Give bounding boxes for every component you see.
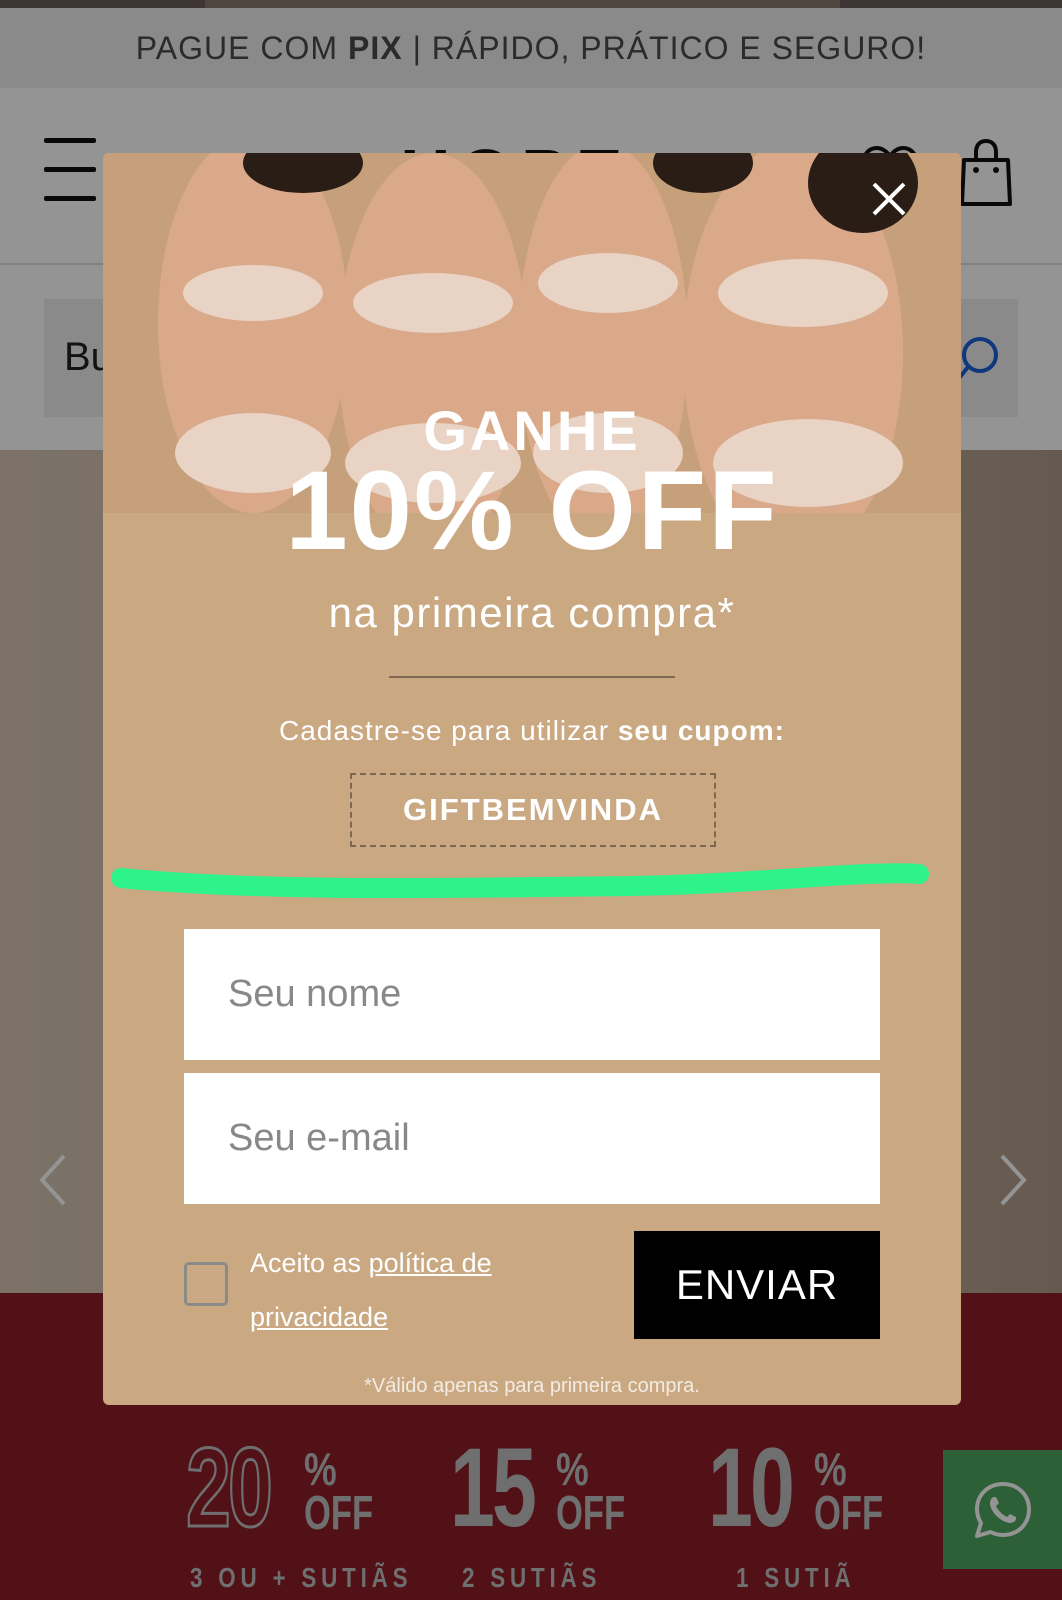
highlight-annotation xyxy=(111,863,929,898)
submit-button[interactable]: ENVIAR xyxy=(634,1231,880,1339)
close-icon[interactable] xyxy=(868,178,910,220)
coupon-code: GIFTBEMVINDA xyxy=(350,773,716,847)
modal-subtitle: na primeira compra* xyxy=(328,589,736,636)
signup-text: Cadastre-se para utilizar seu cupom: xyxy=(103,715,961,747)
name-field[interactable] xyxy=(184,929,880,1060)
email-field[interactable] xyxy=(184,1073,880,1204)
privacy-label: Aceito as política de privacidade xyxy=(250,1236,530,1344)
signup-text-bold: seu cupom: xyxy=(617,715,785,746)
headline-discount: 10% OFF xyxy=(285,448,779,573)
privacy-checkbox[interactable] xyxy=(184,1262,228,1306)
signup-text-main: Cadastre-se para utilizar xyxy=(279,715,610,746)
footnote: *Válido apenas para primeira compra. xyxy=(364,1375,700,1397)
divider xyxy=(389,676,675,678)
signup-modal: GANHE 10% OFF na primeira compra* Cadast… xyxy=(103,153,961,1405)
privacy-prefix: Aceito as xyxy=(250,1248,362,1278)
